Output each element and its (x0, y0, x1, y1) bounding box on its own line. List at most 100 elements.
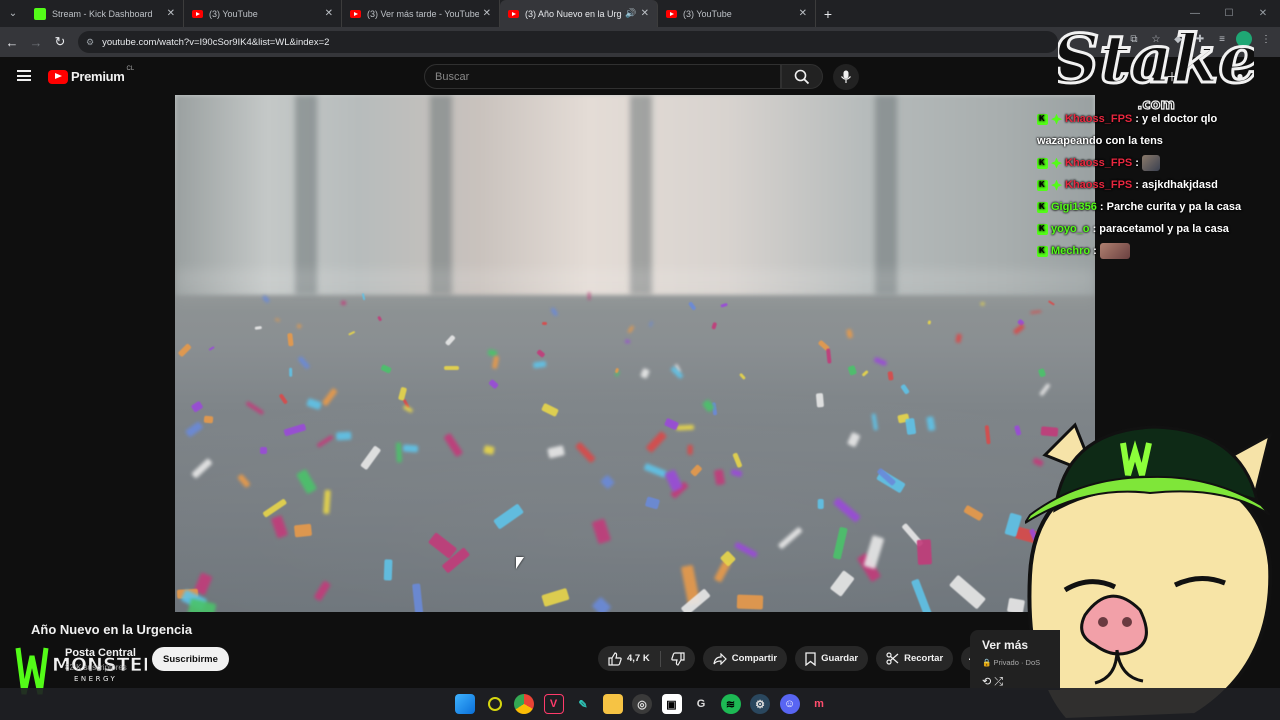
new-tab-icon[interactable]: + (816, 0, 840, 27)
mouse-cursor (516, 557, 524, 569)
menu-icon[interactable]: ⋮ (1258, 31, 1274, 47)
share-button[interactable]: Compartir (702, 646, 788, 671)
svg-text:Stake: Stake (1058, 20, 1254, 98)
playlist-title: Ver más (982, 638, 1029, 652)
youtube-favicon-icon (192, 9, 203, 18)
app-m-icon[interactable]: m (809, 694, 829, 714)
kick-badge-icon (1037, 196, 1048, 218)
speaker-icon[interactable]: 🔊 (625, 8, 636, 19)
app-pen-icon[interactable]: ✎ (573, 694, 593, 714)
chat-message: Khaoss_FPS : (1037, 152, 1267, 174)
chat-text: paracetamol y pa la casa (1099, 223, 1229, 235)
country-code: CL (126, 65, 135, 72)
browser-tab-4[interactable]: (3) Año Nuevo en la Urgencia 🔊 ✕ (500, 0, 658, 27)
share-icon (713, 652, 727, 665)
thumbs-down-icon (670, 651, 685, 666)
search-icon (794, 69, 810, 84)
save-button[interactable]: Guardar (795, 646, 869, 671)
like-button[interactable]: 4,7 K (598, 646, 660, 671)
dislike-button[interactable] (661, 646, 695, 671)
obs-icon[interactable]: ◎ (632, 694, 652, 714)
spotify-icon[interactable]: ≋ (720, 694, 741, 714)
close-tab-icon[interactable]: ✕ (641, 8, 649, 19)
search-button[interactable] (781, 64, 823, 89)
app-v-icon[interactable]: V (543, 694, 564, 714)
forward-icon[interactable]: → (24, 27, 48, 57)
video-title: Año Nuevo en la Urgencia (31, 622, 193, 637)
browser-tab-3[interactable]: (3) Ver más tarde - YouTube ✕ (342, 0, 500, 27)
subscriber-count: 82 K suscriptores (65, 663, 127, 672)
youtube-favicon-icon (666, 9, 677, 18)
playlist-owner: DoS (1025, 658, 1041, 667)
tab-title: (3) YouTube (209, 8, 258, 19)
loop-icon[interactable]: ⟲ (982, 676, 991, 688)
capcut-icon[interactable]: ▣ (661, 694, 682, 714)
close-tab-icon[interactable]: ✕ (167, 8, 175, 19)
chat-username: Khaoss_FPS (1065, 157, 1133, 169)
youtube-play-icon (48, 69, 68, 84)
kick-badge-icon (1037, 174, 1048, 196)
tab-search-icon[interactable]: ⌄ (0, 0, 26, 27)
browser-tab-2[interactable]: (3) YouTube ✕ (184, 0, 342, 27)
browser-tab-1[interactable]: Stream - Kick Dashboard ✕ (26, 0, 184, 27)
shuffle-icon[interactable]: ⤮ (994, 676, 1003, 688)
tab-title: (3) Año Nuevo en la Urgencia (525, 8, 622, 19)
save-label: Guardar (821, 653, 859, 664)
like-dislike-group: 4,7 K (598, 646, 695, 671)
playlist-controls: ⟲ ⤮ (982, 675, 1048, 689)
file-explorer-icon[interactable] (602, 694, 623, 714)
playlist-panel[interactable]: Ver más 🔒 Privado · DoS ⟲ ⤮ (970, 630, 1060, 690)
thumbs-up-icon (608, 651, 622, 666)
address-bar[interactable]: ⚙ youtube.com/watch?v=I90cSor9IK4&list=W… (78, 31, 1058, 53)
logo-brand: Premium (71, 69, 125, 84)
chat-message: Khaoss_FPS : asjkdhakjdasd (1037, 174, 1267, 196)
stake-logo: Stake .com (1058, 19, 1254, 114)
kick-badge-icon (1037, 218, 1048, 240)
close-tab-icon[interactable]: ✕ (483, 8, 491, 19)
video-actions: 4,7 K Compartir Guardar Recortar ⋯ (598, 646, 987, 671)
windows-start-icon[interactable] (455, 694, 475, 714)
discord-icon[interactable]: ☺ (779, 694, 800, 714)
playlist-privacy: Privado (993, 658, 1019, 667)
site-info-icon[interactable]: ⚙ (86, 37, 94, 48)
app-g-icon[interactable]: G (691, 694, 711, 714)
tab-title: (3) Ver más tarde - YouTube (367, 8, 479, 19)
svg-text:.com: .com (1137, 97, 1175, 113)
back-icon[interactable]: ← (0, 27, 24, 57)
bookmark-icon (805, 651, 816, 666)
steam-icon[interactable]: ⚙ (750, 694, 770, 714)
url-text: youtube.com/watch?v=I90cSor9IK4&list=WL&… (102, 36, 330, 48)
like-count: 4,7 K (627, 653, 650, 664)
search-placeholder: Buscar (435, 70, 470, 83)
youtube-logo[interactable]: Premium CL (48, 65, 135, 84)
opera-gx-icon[interactable] (487, 697, 502, 711)
kick-badge-icon (1037, 240, 1048, 262)
channel-name[interactable]: Posta Central (65, 647, 136, 659)
youtube-favicon-icon (350, 9, 361, 18)
chrome-icon[interactable] (514, 694, 534, 714)
voice-search-button[interactable] (833, 64, 859, 90)
tab-title: (3) YouTube (683, 8, 732, 19)
reload-icon[interactable]: ↻ (48, 27, 72, 57)
stream-chat-overlay: Khaoss_FPS : y el doctor qlo wazapeando … (1037, 108, 1267, 262)
clip-button[interactable]: Recortar (876, 646, 954, 671)
chat-text: asjkdhakjdasd (1142, 179, 1218, 191)
chat-message: Mechro : (1037, 240, 1267, 262)
subscribe-button[interactable]: Suscribirme (152, 647, 229, 671)
chat-text: Parche curita y pa la casa (1106, 201, 1242, 213)
video-player[interactable] (175, 95, 1095, 612)
star-badge-icon (1051, 113, 1062, 125)
browser-tab-5[interactable]: (3) YouTube ✕ (658, 0, 816, 27)
chat-username: Gigi1356 (1051, 201, 1097, 213)
close-tab-icon[interactable]: ✕ (799, 8, 807, 19)
chat-username: Mechro (1051, 245, 1091, 257)
kick-badge-icon (1037, 108, 1048, 130)
microphone-icon (841, 70, 851, 83)
svg-text:ENERGY: ENERGY (74, 675, 117, 683)
scissors-icon (886, 652, 899, 665)
guide-menu-icon[interactable] (17, 70, 31, 81)
search-input[interactable]: Buscar (424, 64, 781, 89)
close-tab-icon[interactable]: ✕ (325, 8, 333, 19)
chat-message: Gigi1356 : Parche curita y pa la casa (1037, 196, 1267, 218)
chat-message: yoyo_o : paracetamol y pa la casa (1037, 218, 1267, 240)
